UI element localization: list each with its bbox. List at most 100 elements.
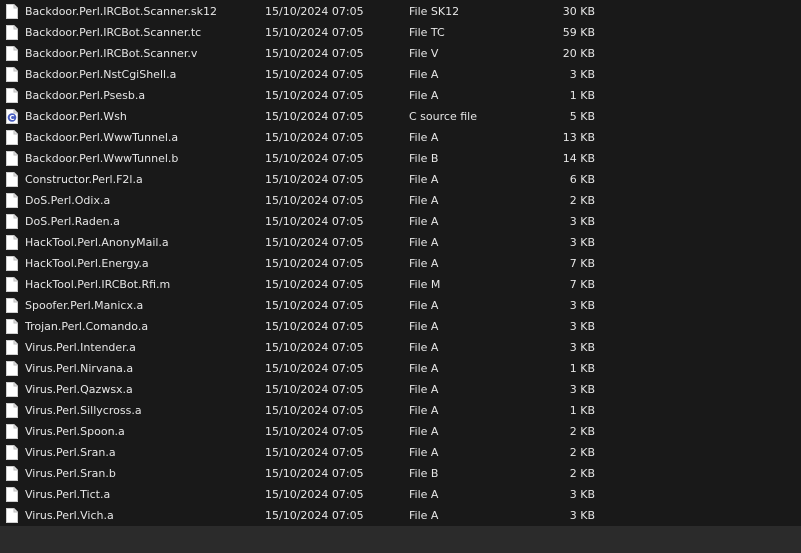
file-size: 14 KB [562, 152, 595, 165]
file-row[interactable]: Virus.Perl.Nirvana.a 15/10/2024 07:05 File… [0, 358, 801, 379]
status-bar [0, 526, 801, 553]
file-row[interactable]: Virus.Perl.Sran.a 15/10/2024 07:05 File A 2… [0, 442, 801, 463]
file-type: File M [409, 278, 441, 291]
file-row[interactable]: HackTool.Perl.AnonyMail.a 15/10/2024 07:0… [0, 232, 801, 253]
file-type: File A [409, 320, 439, 333]
file-name: Virus.Perl.Nirvana.a [25, 362, 134, 375]
file-row[interactable]: C Backdoor.Perl.Wsh 15/10/2024 07:05 C sour… [0, 106, 801, 127]
file-date-modified: 15/10/2024 07:05 [265, 278, 364, 291]
blank-file-icon [6, 424, 18, 439]
blank-file-icon [6, 487, 18, 502]
blank-file-icon [6, 403, 18, 418]
file-type: File A [409, 425, 439, 438]
file-type: File A [409, 131, 439, 144]
file-type: File SK12 [409, 5, 460, 18]
file-row[interactable]: Virus.Perl.Vich.a 15/10/2024 07:05 File A 3… [0, 505, 801, 526]
blank-file-icon [6, 151, 18, 166]
file-row[interactable]: Virus.Perl.Qazwsx.a 15/10/2024 07:05 File … [0, 379, 801, 400]
file-date-modified: 15/10/2024 07:05 [265, 467, 364, 480]
file-row[interactable]: Backdoor.Perl.IRCBot.Scanner.v 15/10/2024… [0, 43, 801, 64]
file-row[interactable]: Trojan.Perl.Comando.a 15/10/2024 07:05 Fil… [0, 316, 801, 337]
file-row[interactable]: HackTool.Perl.Energy.a 15/10/2024 07:05 Fi… [0, 253, 801, 274]
file-row[interactable]: Backdoor.Perl.IRCBot.Scanner.tc 15/10/202… [0, 22, 801, 43]
file-type: File B [409, 467, 439, 480]
file-row[interactable]: Backdoor.Perl.IRCBot.Scanner.sk12 15/10/2… [0, 1, 801, 22]
file-size: 3 KB [569, 68, 595, 81]
file-type: File A [409, 362, 439, 375]
file-size: 1 KB [569, 404, 595, 417]
file-type: File A [409, 236, 439, 249]
blank-file-icon [6, 214, 18, 229]
file-name: Virus.Perl.Sran.a [25, 446, 116, 459]
file-name: Backdoor.Perl.Psesb.a [25, 89, 146, 102]
c-source-file-icon: C [6, 109, 18, 124]
file-date-modified: 15/10/2024 07:05 [265, 425, 364, 438]
file-row[interactable]: Backdoor.Perl.WwwTunnel.a 15/10/2024 07:0… [0, 127, 801, 148]
file-row[interactable]: Backdoor.Perl.WwwTunnel.b 15/10/2024 07:0… [0, 148, 801, 169]
file-row[interactable]: Virus.Perl.Sillycross.a 15/10/2024 07:05 F… [0, 400, 801, 421]
blank-file-icon [6, 88, 18, 103]
file-type: File A [409, 299, 439, 312]
file-row[interactable]: Backdoor.Perl.Psesb.a 15/10/2024 07:05 Fil… [0, 85, 801, 106]
file-name: Virus.Perl.Vich.a [25, 509, 114, 522]
file-row[interactable]: Constructor.Perl.F2l.a 15/10/2024 07:05 Fi… [0, 169, 801, 190]
blank-file-icon [6, 508, 18, 523]
file-name: Spoofer.Perl.Manicx.a [25, 299, 144, 312]
file-name: Backdoor.Perl.Wsh [25, 110, 127, 123]
file-name: Virus.Perl.Sillycross.a [25, 404, 142, 417]
file-type: File A [409, 89, 439, 102]
file-size: 3 KB [569, 509, 595, 522]
file-name: Virus.Perl.Intender.a [25, 341, 136, 354]
file-name: Backdoor.Perl.NstCgiShell.a [25, 68, 177, 81]
blank-file-icon [6, 361, 18, 376]
blank-file-icon [6, 4, 18, 19]
file-name: HackTool.Perl.AnonyMail.a [25, 236, 169, 249]
file-date-modified: 15/10/2024 07:05 [265, 257, 364, 270]
file-date-modified: 15/10/2024 07:05 [265, 509, 364, 522]
file-row[interactable]: Virus.Perl.Spoon.a 15/10/2024 07:05 File A… [0, 421, 801, 442]
file-name: Backdoor.Perl.IRCBot.Scanner.tc [25, 26, 202, 39]
blank-file-icon [6, 298, 18, 313]
file-type: C source file [409, 110, 477, 123]
file-type: File A [409, 194, 439, 207]
file-size: 1 KB [569, 362, 595, 375]
file-date-modified: 15/10/2024 07:05 [265, 5, 364, 18]
file-row[interactable]: Backdoor.Perl.NstCgiShell.a 15/10/2024 07… [0, 64, 801, 85]
file-row[interactable]: Virus.Perl.Tict.a 15/10/2024 07:05 File A 3… [0, 484, 801, 505]
file-type: File A [409, 68, 439, 81]
file-name: Virus.Perl.Sran.b [25, 467, 116, 480]
file-date-modified: 15/10/2024 07:05 [265, 89, 364, 102]
blank-file-icon [6, 193, 18, 208]
blank-file-icon [6, 340, 18, 355]
file-date-modified: 15/10/2024 07:05 [265, 110, 364, 123]
file-date-modified: 15/10/2024 07:05 [265, 215, 364, 228]
file-type: File A [409, 173, 439, 186]
file-name: Backdoor.Perl.WwwTunnel.a [25, 131, 179, 144]
file-list: Backdoor.Perl.IRCBot.Scanner.sk12 15/10/2… [0, 0, 801, 526]
file-row[interactable]: Spoofer.Perl.Manicx.a 15/10/2024 07:05 Fil… [0, 295, 801, 316]
file-row[interactable]: DoS.Perl.Odix.a 15/10/2024 07:05 File A 2 K… [0, 190, 801, 211]
file-name: HackTool.Perl.Energy.a [25, 257, 149, 270]
file-size: 5 KB [569, 110, 595, 123]
file-size: 13 KB [562, 131, 595, 144]
file-size: 2 KB [569, 467, 595, 480]
file-row[interactable]: HackTool.Perl.IRCBot.Rfi.m 15/10/2024 07:… [0, 274, 801, 295]
blank-file-icon [6, 67, 18, 82]
file-date-modified: 15/10/2024 07:05 [265, 488, 364, 501]
file-size: 3 KB [569, 341, 595, 354]
file-size: 3 KB [569, 383, 595, 396]
file-size: 2 KB [569, 446, 595, 459]
file-size: 2 KB [569, 194, 595, 207]
file-name: DoS.Perl.Odix.a [25, 194, 111, 207]
blank-file-icon [6, 445, 18, 460]
file-row[interactable]: Virus.Perl.Intender.a 15/10/2024 07:05 Fil… [0, 337, 801, 358]
file-row[interactable]: DoS.Perl.Raden.a 15/10/2024 07:05 File A 3 … [0, 211, 801, 232]
file-size: 7 KB [569, 278, 595, 291]
blank-file-icon [6, 382, 18, 397]
file-name: Virus.Perl.Qazwsx.a [25, 383, 133, 396]
blank-file-icon [6, 172, 18, 187]
file-date-modified: 15/10/2024 07:05 [265, 299, 364, 312]
file-row[interactable]: Virus.Perl.Sran.b 15/10/2024 07:05 File B 2… [0, 463, 801, 484]
file-name: Virus.Perl.Tict.a [25, 488, 111, 501]
file-type: File A [409, 404, 439, 417]
